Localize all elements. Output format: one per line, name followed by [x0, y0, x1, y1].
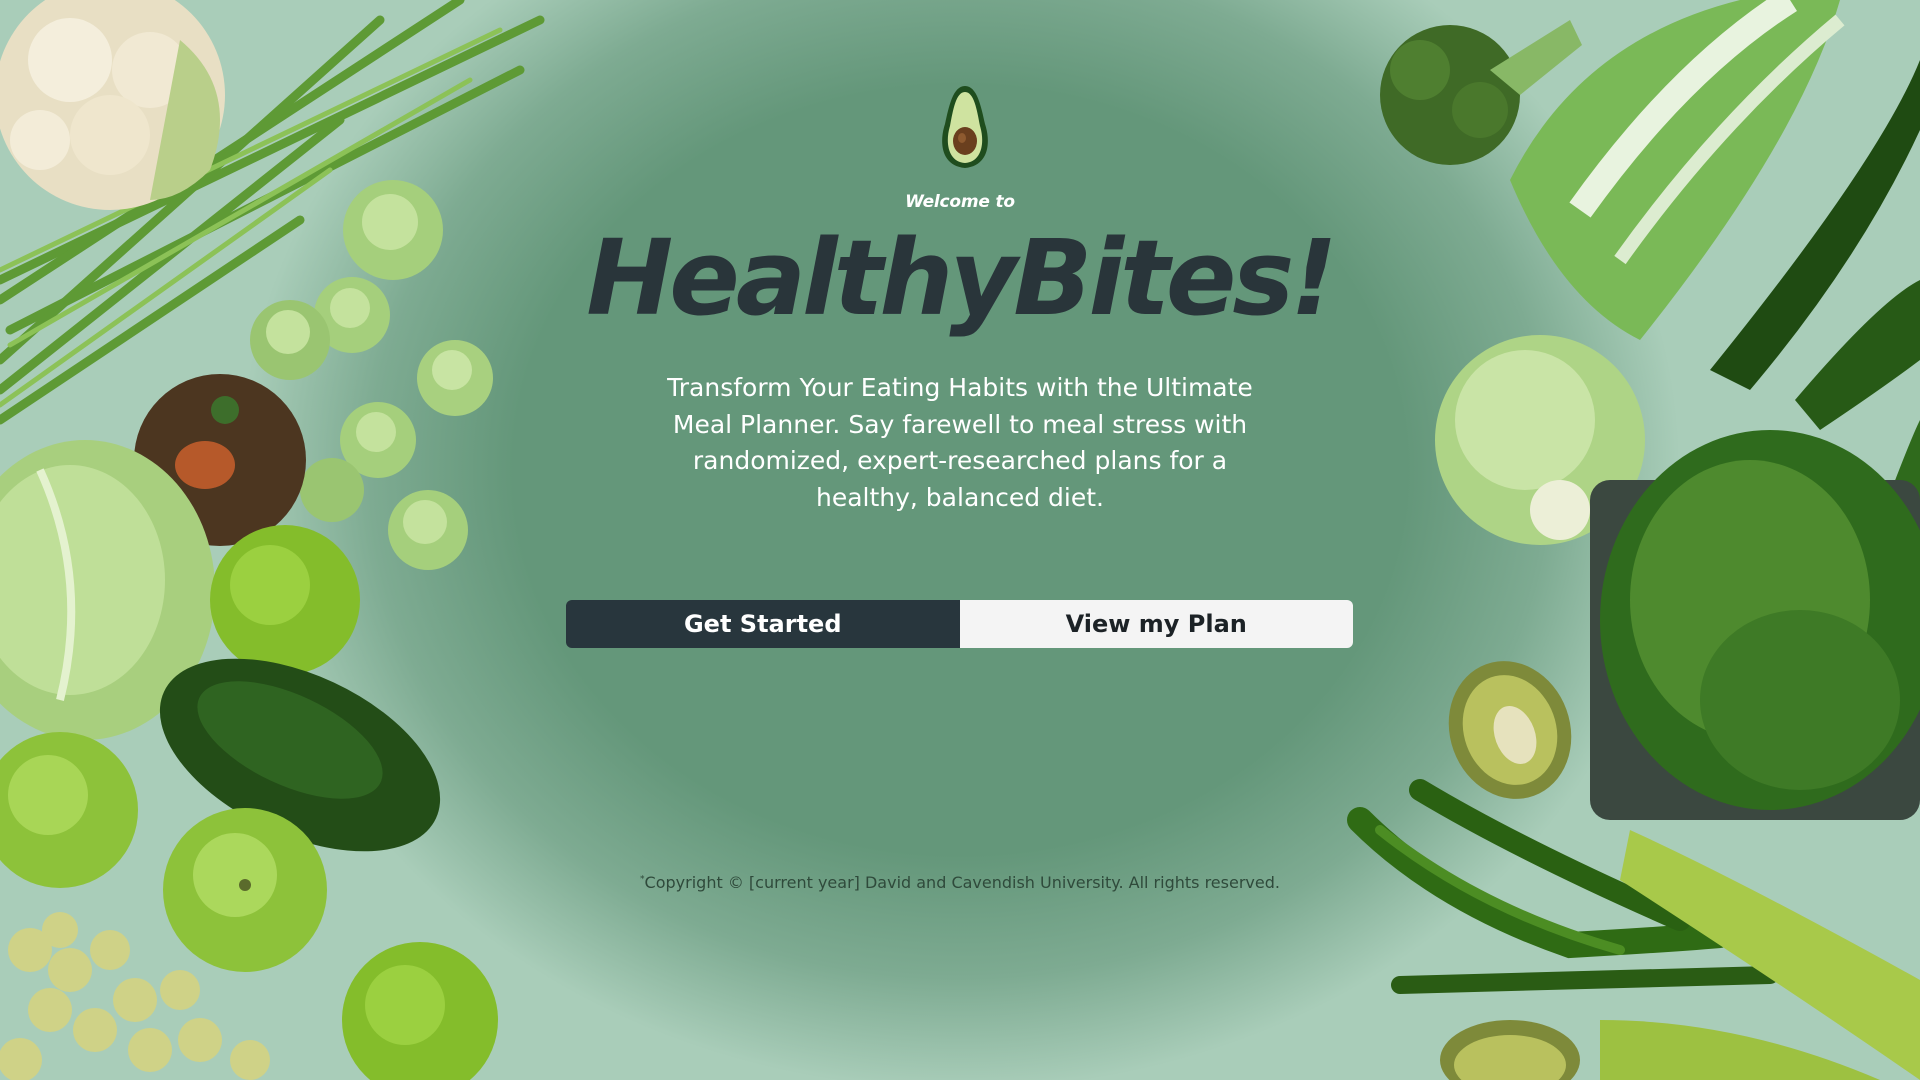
get-started-button[interactable]: Get Started: [566, 600, 960, 648]
vegetables-right-decoration: [1347, 0, 1920, 1080]
copyright-footer: *Copyright © [current year] David and Ca…: [0, 873, 1920, 892]
action-buttons: Get Started View my Plan: [566, 600, 1353, 648]
copyright-text: Copyright © [current year] David and Cav…: [644, 873, 1280, 892]
cauliflower-image: [0, 0, 225, 210]
welcome-text: Welcome to: [905, 192, 1015, 212]
zucchini-image: [1600, 830, 1920, 1080]
microgreens-basket-image: [1590, 430, 1920, 820]
tagline-text: Transform Your Eating Habits with the Ul…: [667, 373, 1253, 512]
avocado-logo-icon: [935, 84, 995, 170]
vegetables-left-decoration: [0, 0, 545, 1080]
page-title: HealthyBites!: [586, 217, 1337, 339]
view-plan-button[interactable]: View my Plan: [959, 600, 1353, 648]
